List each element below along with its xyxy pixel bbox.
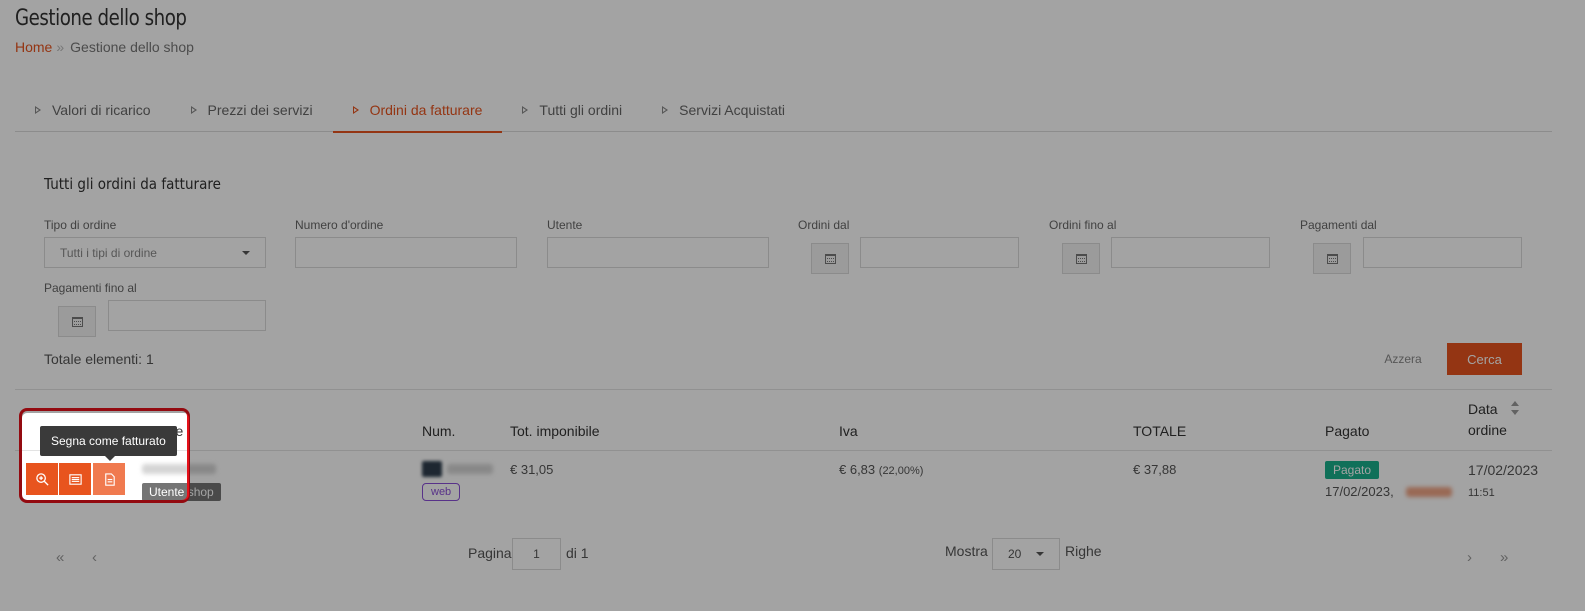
payments-from-input[interactable] [1363,237,1522,268]
pager-page-value: 1 [533,547,540,561]
orders-from-calendar-button[interactable] [811,243,849,274]
rows-per-page-value: 20 [1008,547,1022,561]
pager-page-label: Pagina [468,545,512,561]
user-input[interactable] [547,237,769,268]
calendar-icon [1326,253,1338,264]
highlight-frame [19,408,190,503]
header-num: Num. [422,423,456,439]
triangle-right-icon [662,106,669,114]
chevron-down-icon [242,251,250,255]
total-elements: Totale elementi: 1 [44,351,154,367]
header-order-date[interactable]: Data ordine [1468,401,1507,438]
cell-taxable: € 31,05 [510,462,554,477]
pager-next-button[interactable]: › [1467,549,1472,566]
pager-last-button[interactable]: » [1500,549,1508,566]
tab-label: Prezzi dei servizi [207,102,313,118]
redacted-order-number [447,464,493,474]
tab-valori-di-ricarico[interactable]: Valori di ricarico [15,88,171,132]
tab-prezzi-dei-servizi[interactable]: Prezzi dei servizi [171,88,333,132]
cell-order-time: 11:51 [1468,487,1495,499]
channel-badge: web [422,483,461,501]
pager-prev-button[interactable]: ‹ [92,549,97,566]
payments-to-calendar-button[interactable] [58,306,96,337]
triangle-right-icon [352,106,359,114]
payments-to-label: Pagamenti fino al [44,281,137,295]
calendar-icon [824,253,836,264]
calendar-icon [71,316,83,327]
breadcrumb-separator: » [56,39,65,55]
tab-label: Ordini da fatturare [369,102,483,118]
breadcrumb: Home» Gestione dello shop [15,39,201,55]
tab-bar: Valori di ricarico Prezzi dei servizi Or… [15,88,1552,133]
pager-page-input[interactable]: 1 [512,538,561,570]
cell-vat: € 6,83 (22,00%) [839,462,923,477]
redacted-payment-ref [1406,487,1452,497]
tab-tutti-gli-ordini[interactable]: Tutti gli ordini [502,88,642,132]
breadcrumb-home-link[interactable]: Home [15,39,52,55]
orders-to-calendar-button[interactable] [1062,243,1100,274]
header-order-date-line2: ordine [1468,422,1507,438]
triangle-right-icon [190,106,197,114]
user-label: Utente [547,218,583,232]
chevron-down-icon [1036,552,1044,556]
orders-card: Tutti gli ordini da fatturare Tipo di or… [15,152,1552,586]
redacted-order-prefix [422,461,442,477]
card-title: Tutti gli ordini da fatturare [44,175,221,193]
vat-amount: € 6,83 [839,462,876,477]
cell-order-date: 17/02/2023 [1468,462,1539,478]
orders-to-label: Ordini fino al [1049,218,1117,232]
header-paid: Pagato [1325,423,1370,439]
header-total: TOTALE [1133,423,1187,439]
pager-of-label: di 1 [566,545,589,561]
payments-to-input[interactable] [108,300,266,331]
payments-from-label: Pagamenti dal [1300,218,1377,232]
triangle-right-icon [522,106,529,114]
payments-from-calendar-button[interactable] [1313,243,1351,274]
header-taxable: Tot. imponibile [510,423,600,439]
cell-paid-date: 17/02/2023, [1325,484,1394,499]
page-header: Gestione dello shop Home» Gestione dello … [15,6,201,55]
pager-show-label: Mostra [945,543,988,559]
vat-rate: (22,00%) [878,465,924,477]
tab-label: Valori di ricarico [52,102,151,118]
tab-label: Servizi Acquistati [679,102,785,118]
breadcrumb-current: Gestione dello shop [70,39,194,55]
table-divider [15,389,1552,390]
rows-per-page-select[interactable]: 20 [992,538,1060,570]
header-vat: Iva [839,423,858,439]
tab-label: Tutti gli ordini [539,102,623,118]
order-type-select[interactable]: Tutti i tipi di ordine [44,237,266,268]
calendar-icon [1075,253,1087,264]
orders-to-input[interactable] [1111,237,1270,268]
table-header-divider [15,450,1552,451]
pager-first-button[interactable]: « [56,549,64,566]
sort-icon[interactable] [1511,401,1519,415]
tab-servizi-acquistati[interactable]: Servizi Acquistati [642,88,805,132]
header-order-date-line1: Data [1468,401,1498,417]
reset-button[interactable]: Azzera [1378,343,1428,375]
order-type-label: Tipo di ordine [44,218,117,232]
order-number-label: Numero d'ordine [295,218,384,232]
orders-from-input[interactable] [860,237,1019,268]
cell-total: € 37,88 [1133,462,1177,477]
paid-status-badge: Pagato [1325,461,1380,479]
orders-from-label: Ordini dal [798,218,850,232]
order-type-value: Tutti i tipi di ordine [60,245,157,260]
pager-rows-label: Righe [1065,543,1102,559]
tab-ordini-da-fatturare[interactable]: Ordini da fatturare [332,88,503,133]
page-title: Gestione dello shop [15,6,187,31]
search-button[interactable]: Cerca [1447,343,1522,375]
triangle-right-icon [35,106,41,114]
order-number-input[interactable] [295,237,517,268]
